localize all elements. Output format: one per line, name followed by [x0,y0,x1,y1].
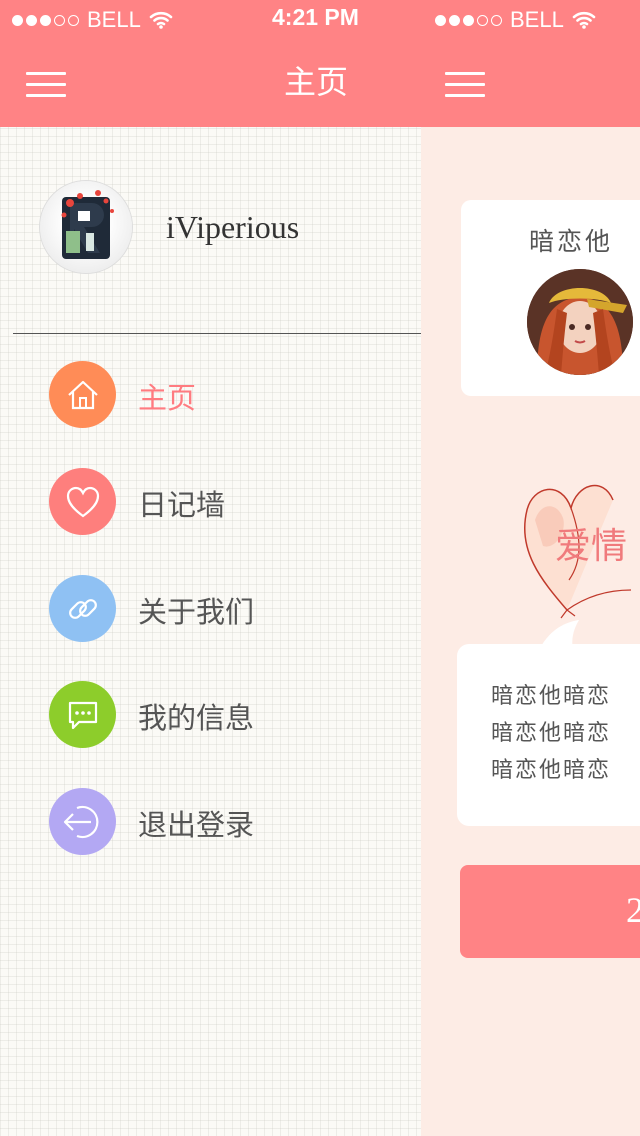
logout-icon [49,788,116,855]
sidebar-item-my-info[interactable]: 我的信息 [49,681,389,749]
signal-dots [12,14,79,26]
page-title: 主页 [284,63,349,101]
message-line: 暗恋他暗恋 [491,684,612,709]
status-bar-right: BELL [435,6,596,32]
message-line: 暗恋他暗恋 [491,721,612,746]
divider [13,333,421,334]
heart-icon [49,468,116,535]
hamburger-icon [445,72,485,75]
home-icon [49,361,116,428]
link-icon [49,575,116,642]
main-header: BELL [421,0,640,127]
carrier-label: BELL [510,7,564,33]
menu-toggle-button[interactable] [445,72,485,105]
action-button-label: 2 [626,890,640,930]
username: iViperious [166,209,300,245]
menu-toggle-button[interactable] [26,72,66,105]
avatar[interactable] [527,269,633,375]
side-drawer: BELL 4:21 PM 主页 iViperious 主页 日记墙 关于我们 我… [0,0,421,1136]
sidebar-item-home[interactable]: 主页 [49,361,389,429]
sidebar-item-diary-wall[interactable]: 日记墙 [49,468,389,536]
hamburger-icon [26,72,66,75]
sidebar-item-label: 退出登录 [138,808,255,842]
card-title: 暗恋他 [529,227,614,256]
sidebar-item-about-us[interactable]: 关于我们 [49,575,389,643]
wifi-icon [572,12,596,29]
avatar[interactable] [40,181,132,273]
profile-card[interactable]: 暗恋他 [461,200,640,396]
sidebar-item-label: 关于我们 [138,595,255,629]
wifi-icon [149,12,173,29]
sidebar-item-label: 日记墙 [138,488,226,522]
action-button[interactable]: 2 [460,865,640,958]
avatar-image [61,190,114,259]
user-profile[interactable]: iViperious [40,181,299,273]
sidebar-item-label: 主页 [138,381,197,415]
main-content: BELL 暗恋他 爱情 暗恋他暗恋 暗恋他暗恋 暗恋他暗恋 2 [421,0,640,1136]
message-icon [49,681,116,748]
status-time: 4:21 PM [272,4,359,30]
drawer-header: BELL 4:21 PM 主页 [0,0,421,127]
signal-dots [435,14,502,26]
love-text: 爱情 [555,526,628,567]
message-line: 暗恋他暗恋 [491,758,612,783]
sidebar-item-label: 我的信息 [138,701,255,735]
carrier-label: BELL [87,7,141,33]
message-card[interactable]: 暗恋他暗恋 暗恋他暗恋 暗恋他暗恋 [457,644,640,826]
status-bar-left: BELL [12,6,173,32]
sidebar-item-logout[interactable]: 退出登录 [49,788,389,856]
message-text: 暗恋他暗恋 暗恋他暗恋 暗恋他暗恋 [491,678,611,789]
